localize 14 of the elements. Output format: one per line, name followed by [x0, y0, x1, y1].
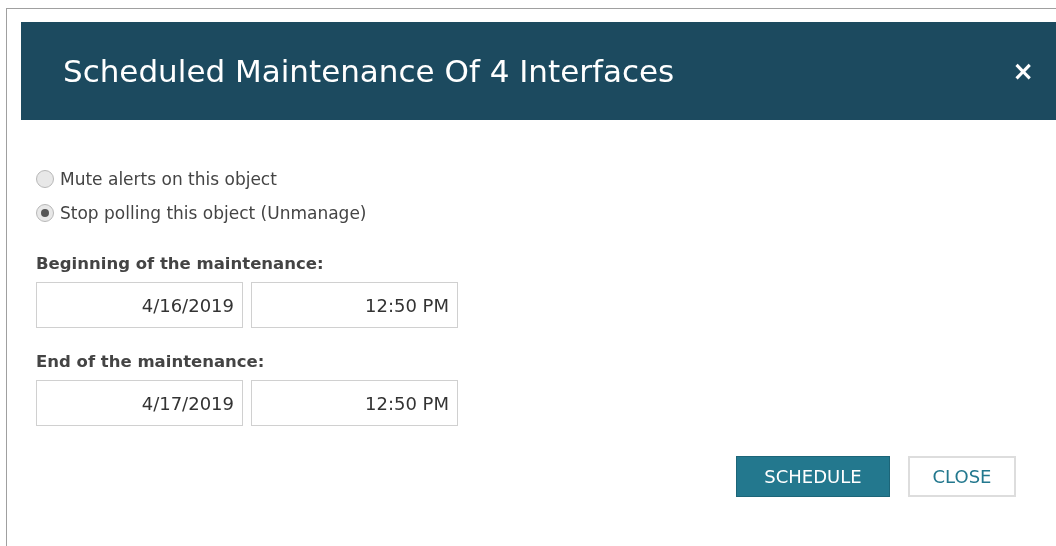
time-field[interactable]: 12:50 PM	[251, 380, 458, 426]
date-field[interactable]: 4/17/2019	[36, 380, 243, 426]
schedule-button[interactable]: SCHEDULE	[736, 456, 890, 497]
time-field[interactable]: 12:50 PM	[251, 282, 458, 328]
radio-label[interactable]: Mute alerts on this object	[60, 162, 277, 196]
dialog-title: Scheduled Maintenance Of 4 Interfaces	[63, 51, 675, 91]
date-field[interactable]: 4/16/2019	[36, 282, 243, 328]
radio-label[interactable]: Stop polling this object (Unmanage)	[60, 196, 367, 230]
radio-button[interactable]	[36, 204, 54, 222]
close-icon[interactable]: ×	[1012, 58, 1034, 84]
field-label: End of the maintenance:	[36, 351, 266, 373]
radio-button[interactable]	[36, 170, 54, 188]
close-button[interactable]: CLOSE	[908, 456, 1016, 497]
field-label: Beginning of the maintenance:	[36, 253, 325, 275]
